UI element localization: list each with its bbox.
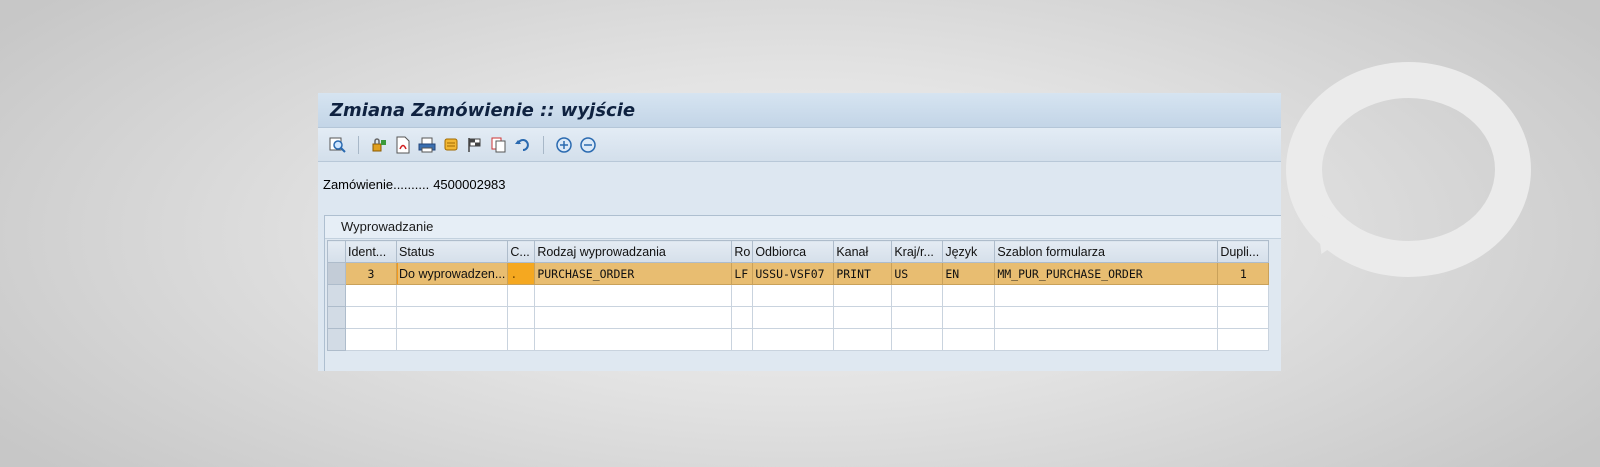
empty-cell[interactable] [891, 284, 944, 307]
empty-cell[interactable] [345, 328, 397, 351]
application-toolbar [318, 128, 1281, 162]
col-header-ro[interactable]: Ro [731, 240, 754, 263]
cell-c[interactable]: . [507, 262, 536, 285]
col-header-output-type[interactable]: Rodzaj wyprowadzania [534, 240, 733, 263]
col-header-c[interactable]: C... [507, 240, 536, 263]
table-row-empty[interactable] [327, 328, 1270, 351]
empty-cell[interactable] [891, 328, 944, 351]
empty-cell[interactable] [752, 284, 835, 307]
cell-country[interactable]: US [891, 262, 944, 285]
col-header-channel[interactable]: Kanał [833, 240, 893, 263]
empty-cell[interactable] [731, 306, 754, 329]
empty-cell[interactable] [345, 284, 397, 307]
empty-cell[interactable] [1217, 284, 1270, 307]
toolbar-separator [543, 135, 544, 154]
empty-cell[interactable] [752, 306, 835, 329]
empty-cell[interactable] [994, 306, 1219, 329]
table-row-empty[interactable] [327, 306, 1270, 329]
col-header-language[interactable]: Język [942, 240, 996, 263]
output-table: Ident... Status C... Rodzaj wyprowadzani… [327, 240, 1270, 351]
empty-cell[interactable] [731, 284, 754, 307]
status-highlight-box [397, 263, 507, 284]
cell-language[interactable]: EN [942, 262, 996, 285]
window-title: Zmiana Zamówienie :: wyjście [330, 99, 636, 121]
empty-cell[interactable] [994, 284, 1219, 307]
empty-cell[interactable] [1217, 328, 1270, 351]
panel-title: Wyprowadzanie [325, 216, 1281, 239]
empty-cell[interactable] [942, 306, 996, 329]
cell-duplicates[interactable]: 1 [1217, 262, 1270, 285]
cell-template[interactable]: MM_PUR_PURCHASE_ORDER [994, 262, 1219, 285]
cell-ro[interactable]: LF [731, 262, 754, 285]
cell-recipient[interactable]: USSU-VSF07 [752, 262, 835, 285]
lock-icon[interactable] [369, 135, 389, 155]
undo-icon[interactable] [513, 135, 533, 155]
col-header-status[interactable]: Status [395, 240, 509, 263]
empty-cell[interactable] [731, 328, 754, 351]
select-all-corner[interactable] [327, 240, 346, 263]
empty-cell[interactable] [891, 306, 944, 329]
copy-icon[interactable] [489, 135, 509, 155]
empty-cell[interactable] [395, 284, 509, 307]
sap-window: Zmiana Zamówienie :: wyjście Zamówienie.… [318, 93, 1281, 371]
order-info: Zamówienie.......... 4500002983 [318, 162, 1281, 206]
col-header-duplicates[interactable]: Dupli... [1217, 240, 1270, 263]
cell-channel[interactable]: PRINT [833, 262, 893, 285]
empty-cell[interactable] [833, 284, 893, 307]
flag-icon[interactable] [465, 135, 485, 155]
empty-cell[interactable] [534, 328, 733, 351]
decorative-speech-bubble [1286, 62, 1531, 277]
col-header-template[interactable]: Szablon formularza [994, 240, 1219, 263]
empty-cell[interactable] [507, 328, 536, 351]
row-selector[interactable] [327, 262, 346, 285]
cell-output-type[interactable]: PURCHASE_ORDER [534, 262, 733, 285]
table-header-row: Ident... Status C... Rodzaj wyprowadzani… [327, 240, 1270, 263]
empty-cell[interactable] [994, 328, 1219, 351]
empty-cell[interactable] [833, 306, 893, 329]
empty-cell[interactable] [833, 328, 893, 351]
cell-id[interactable]: 3 [345, 262, 397, 285]
empty-cell[interactable] [1217, 306, 1270, 329]
col-header-id[interactable]: Ident... [345, 240, 397, 263]
order-label: Zamówienie.......... [323, 176, 430, 192]
display-details-icon[interactable] [328, 135, 348, 155]
row-selector[interactable] [327, 284, 346, 307]
decorative-speech-bubble-tail [1302, 213, 1358, 263]
empty-cell[interactable] [507, 284, 536, 307]
empty-cell[interactable] [752, 328, 835, 351]
empty-cell[interactable] [395, 306, 509, 329]
col-header-recipient[interactable]: Odbiorca [752, 240, 835, 263]
col-header-country[interactable]: Kraj/r... [891, 240, 944, 263]
row-selector[interactable] [327, 306, 346, 329]
table-row-empty[interactable] [327, 284, 1270, 307]
cell-status[interactable]: Do wyprowadzen... [395, 262, 509, 285]
order-number: 4500002983 [433, 176, 506, 192]
empty-cell[interactable] [942, 284, 996, 307]
empty-cell[interactable] [534, 284, 733, 307]
print-preview-icon[interactable] [417, 135, 437, 155]
row-selector[interactable] [327, 328, 346, 351]
empty-cell[interactable] [942, 328, 996, 351]
empty-cell[interactable] [507, 306, 536, 329]
pdf-icon[interactable] [393, 135, 413, 155]
zoom-out-icon[interactable] [578, 135, 598, 155]
empty-cell[interactable] [395, 328, 509, 351]
empty-cell[interactable] [345, 306, 397, 329]
toolbar-separator [358, 135, 359, 154]
zoom-in-icon[interactable] [554, 135, 574, 155]
table-row[interactable]: 3 Do wyprowadzen... . PURCHASE_ORDER LF … [327, 262, 1270, 285]
output-panel: Wyprowadzanie Ident... Status C... Rodza… [324, 215, 1281, 371]
scroll-icon[interactable] [441, 135, 461, 155]
cell-c-text: . [510, 266, 518, 281]
empty-cell[interactable] [534, 306, 733, 329]
title-bar: Zmiana Zamówienie :: wyjście [318, 93, 1281, 128]
